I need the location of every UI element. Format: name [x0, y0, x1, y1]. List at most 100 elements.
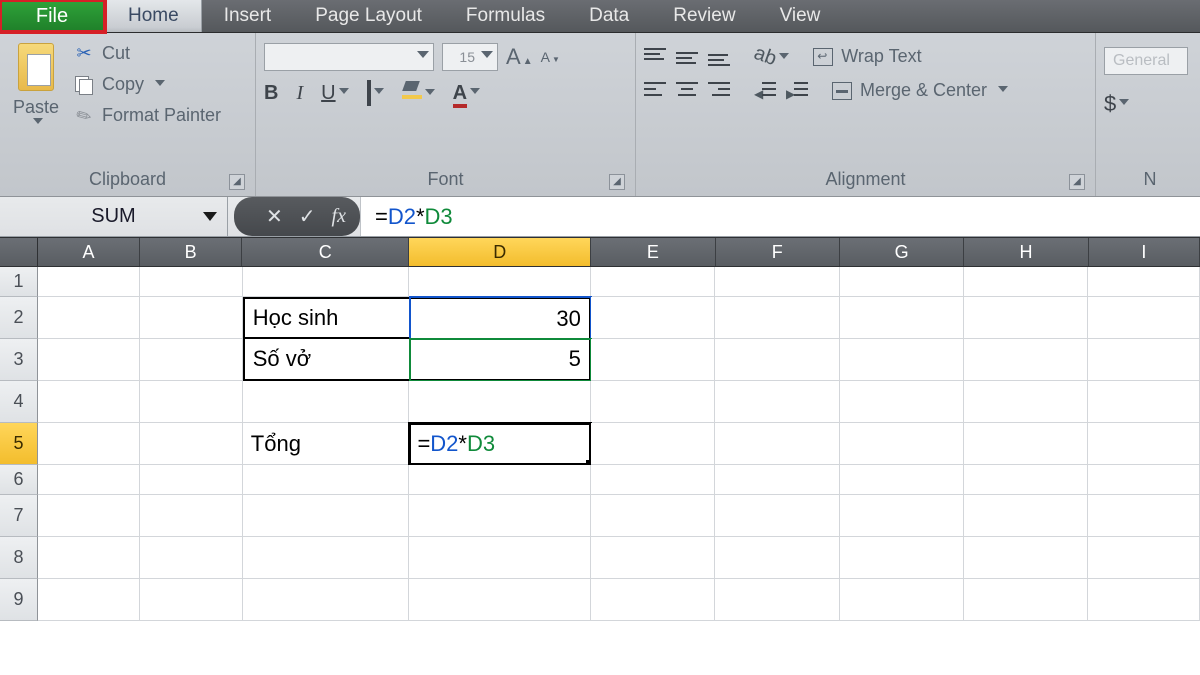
col-header-B[interactable]: B — [140, 238, 242, 266]
underline-button[interactable]: U — [321, 82, 348, 105]
cell-H9[interactable] — [964, 579, 1088, 621]
cell-G5[interactable] — [840, 423, 964, 465]
cell-A7[interactable] — [38, 495, 140, 537]
cell-B4[interactable] — [140, 381, 242, 423]
row-header-1[interactable]: 1 — [0, 267, 38, 297]
merge-dropdown-icon[interactable] — [998, 86, 1008, 96]
cell-I9[interactable] — [1088, 579, 1200, 621]
cell-F5[interactable] — [715, 423, 839, 465]
format-painter-button[interactable]: ✎ Format Painter — [74, 105, 221, 126]
col-header-A[interactable]: A — [38, 238, 140, 266]
cell-E1[interactable] — [591, 267, 715, 297]
cell-E2[interactable] — [591, 297, 715, 339]
cell-H8[interactable] — [964, 537, 1088, 579]
cell-F8[interactable] — [715, 537, 839, 579]
cell-C5[interactable]: Tổng — [243, 423, 410, 465]
align-middle-button[interactable] — [676, 48, 698, 66]
cell-H4[interactable] — [964, 381, 1088, 423]
cell-A5[interactable] — [38, 423, 140, 465]
cell-I5[interactable] — [1088, 423, 1200, 465]
select-all-corner[interactable] — [0, 237, 38, 267]
decrease-indent-button[interactable]: ◀ — [754, 82, 776, 100]
cell-F1[interactable] — [715, 267, 839, 297]
col-header-H[interactable]: H — [964, 238, 1088, 266]
cell-D1[interactable] — [409, 267, 590, 297]
orientation-button[interactable]: ab — [754, 45, 789, 68]
col-header-F[interactable]: F — [716, 238, 840, 266]
cell-G6[interactable] — [840, 465, 964, 495]
cell-C4[interactable] — [243, 381, 410, 423]
align-left-button[interactable] — [644, 82, 666, 100]
font-name-combo[interactable] — [264, 43, 434, 71]
cell-E6[interactable] — [591, 465, 715, 495]
row-header-7[interactable]: 7 — [0, 495, 38, 537]
cell-A1[interactable] — [38, 267, 140, 297]
cell-H6[interactable] — [964, 465, 1088, 495]
cell-F3[interactable] — [715, 339, 839, 381]
col-header-E[interactable]: E — [591, 238, 715, 266]
cell-B7[interactable] — [140, 495, 242, 537]
cell-F2[interactable] — [715, 297, 839, 339]
cell-G1[interactable] — [840, 267, 964, 297]
cell-I2[interactable] — [1088, 297, 1200, 339]
align-right-button[interactable] — [708, 82, 730, 100]
copy-button[interactable]: Copy — [74, 74, 221, 95]
enter-formula-button[interactable]: ✓ — [299, 204, 316, 229]
cell-A6[interactable] — [38, 465, 140, 495]
cell-B6[interactable] — [140, 465, 242, 495]
name-box[interactable]: SUM — [0, 197, 228, 236]
paste-dropdown-icon[interactable] — [33, 118, 43, 128]
wrap-text-button[interactable]: Wrap Text — [813, 46, 921, 67]
row-header-9[interactable]: 9 — [0, 579, 38, 621]
col-header-G[interactable]: G — [840, 238, 964, 266]
cell-A9[interactable] — [38, 579, 140, 621]
cell-F6[interactable] — [715, 465, 839, 495]
file-tab[interactable]: File — [0, 0, 105, 32]
cell-I8[interactable] — [1088, 537, 1200, 579]
formula-bar-input[interactable]: = D2 * D3 — [360, 197, 1200, 236]
cell-B8[interactable] — [140, 537, 242, 579]
align-top-button[interactable] — [644, 48, 666, 66]
col-header-C[interactable]: C — [242, 238, 409, 266]
cell-D7[interactable] — [409, 495, 590, 537]
tab-review[interactable]: Review — [651, 0, 757, 32]
cell-A8[interactable] — [38, 537, 140, 579]
merge-center-button[interactable]: Merge & Center — [832, 80, 1008, 101]
cell-G4[interactable] — [840, 381, 964, 423]
row-header-8[interactable]: 8 — [0, 537, 38, 579]
cell-E9[interactable] — [591, 579, 715, 621]
cell-I1[interactable] — [1088, 267, 1200, 297]
cell-B1[interactable] — [140, 267, 242, 297]
col-header-I[interactable]: I — [1089, 238, 1200, 266]
tab-view[interactable]: View — [758, 0, 843, 32]
number-format-combo[interactable]: General — [1104, 47, 1188, 75]
cell-H2[interactable] — [964, 297, 1088, 339]
tab-page-layout[interactable]: Page Layout — [293, 0, 444, 32]
row-header-6[interactable]: 6 — [0, 465, 38, 495]
cell-C2[interactable]: Học sinh — [243, 297, 410, 339]
align-bottom-button[interactable] — [708, 48, 730, 66]
cell-I7[interactable] — [1088, 495, 1200, 537]
insert-function-button[interactable]: fx — [332, 205, 346, 228]
borders-button[interactable] — [367, 82, 384, 105]
cell-C9[interactable] — [243, 579, 410, 621]
cancel-formula-button[interactable]: ✕ — [266, 204, 283, 229]
cell-D8[interactable] — [409, 537, 590, 579]
cell-C1[interactable] — [243, 267, 410, 297]
cell-I3[interactable] — [1088, 339, 1200, 381]
cell-H3[interactable] — [964, 339, 1088, 381]
row-header-3[interactable]: 3 — [0, 339, 38, 381]
font-size-combo[interactable]: 15 — [442, 43, 498, 71]
cell-E5[interactable] — [591, 423, 715, 465]
cell-C6[interactable] — [243, 465, 410, 495]
cell-E4[interactable] — [591, 381, 715, 423]
tab-home[interactable]: Home — [105, 0, 202, 32]
font-color-button[interactable]: A — [453, 82, 480, 105]
increase-indent-button[interactable]: ▶ — [786, 82, 808, 100]
cell-G7[interactable] — [840, 495, 964, 537]
row-header-5[interactable]: 5 — [0, 423, 38, 465]
tab-insert[interactable]: Insert — [202, 0, 294, 32]
cell-D9[interactable] — [409, 579, 590, 621]
cell-F4[interactable] — [715, 381, 839, 423]
cell-G2[interactable] — [840, 297, 964, 339]
